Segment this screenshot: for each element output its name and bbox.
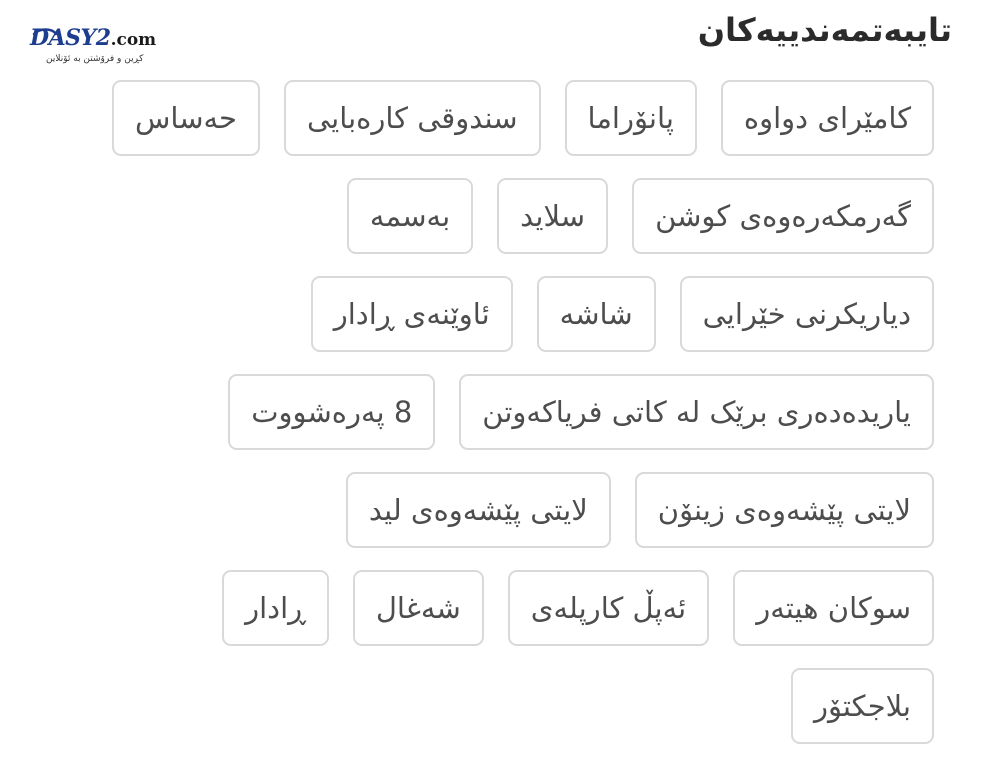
features-row: یاریدەدەری برێک لە کاتی فریاکەوتن 8 پەرە… [34,374,934,450]
logo-wordmark: DASY2.com [30,24,156,54]
logo-suffix: .com [110,30,157,50]
logo-tagline: کڕین و فرۆشتن بە ئۆنلاین [46,54,144,64]
feature-tag: لایتی پێشەوەی زینۆن [634,472,934,548]
features-row: کامێرای دواوە پانۆراما سندوقی کارەبایی ح… [34,80,934,156]
feature-tag: پانۆراما [564,80,697,156]
feature-tag: کامێرای دواوە [720,80,934,156]
feature-tag: ڕادار [222,570,329,646]
site-logo[interactable]: DASY2.com کڕین و فرۆشتن بە ئۆنلاین [30,24,170,74]
feature-tag: دیاریکرنی خێرایی [679,276,934,352]
features-row: سوکان هیتەر ئەپڵ کارپلەی شەغال ڕادار [34,570,934,646]
features-row: لایتی پێشەوەی زینۆن لایتی پێشەوەی لید [34,472,934,548]
feature-tag: لایتی پێشەوەی لید [345,472,611,548]
feature-tag: شەغال [352,570,484,646]
features-row: بلاجکتۆر [34,668,934,744]
section-title: تایبەتمەندییەکان [697,11,952,49]
feature-tag: بەسمە [346,178,474,254]
feature-tag: بلاجکتۆر [790,668,934,744]
feature-tag: گەرمکەرەوەی کوشن [632,178,934,254]
feature-tag: حەساس [111,80,260,156]
feature-tag: شاشە [536,276,656,352]
features-row: گەرمکەرەوەی کوشن سلاید بەسمە [34,178,934,254]
feature-tag: یاریدەدەری برێک لە کاتی فریاکەوتن [459,374,934,450]
logo-name: DASY2 [30,25,111,51]
features-row: دیاریکرنی خێرایی شاشە ئاوێنەی ڕادار [34,276,934,352]
feature-tag: سندوقی کارەبایی [283,80,541,156]
feature-tag: سلاید [497,178,609,254]
feature-tag: ئاوێنەی ڕادار [310,276,513,352]
feature-tag: ئەپڵ کارپلەی [507,570,710,646]
features-list: کامێرای دواوە پانۆراما سندوقی کارەبایی ح… [34,80,934,744]
feature-tag: سوکان هیتەر [733,570,934,646]
feature-tag: 8 پەرەشووت [228,374,436,450]
